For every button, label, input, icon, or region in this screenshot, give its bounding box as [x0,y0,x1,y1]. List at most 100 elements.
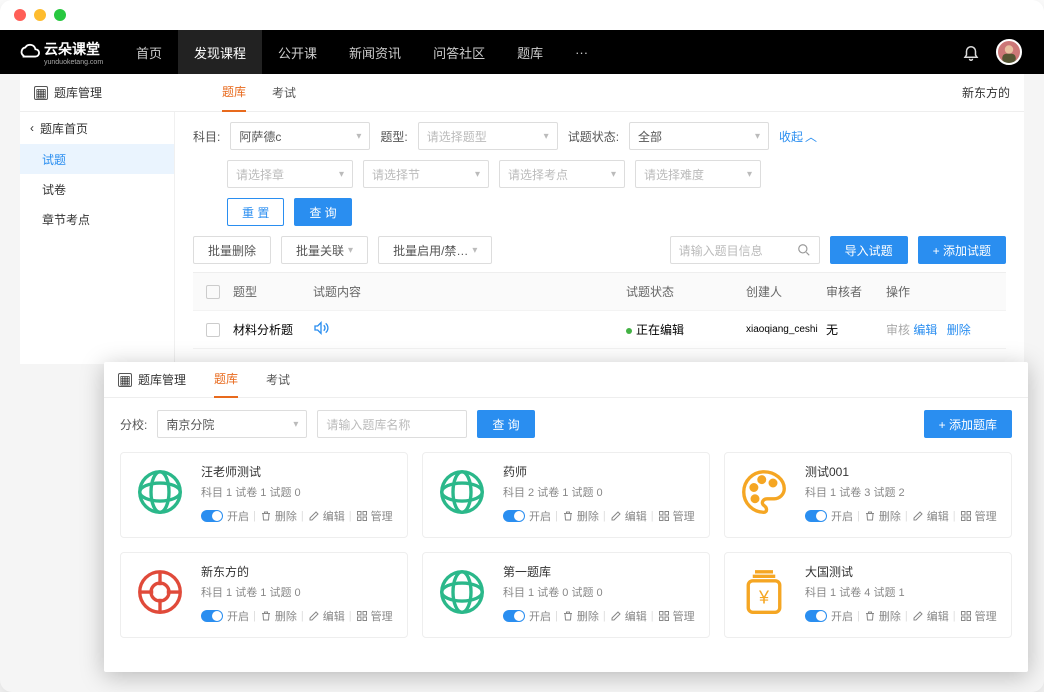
card-edit[interactable]: 编辑 [308,608,345,624]
bank-card-icon [433,563,491,621]
nav-open-class[interactable]: 公开课 [262,30,333,74]
point-select[interactable]: 请选择考点▾ [499,160,625,188]
bank-card-meta: 科目 2 试卷 1 试题 0 [503,484,699,500]
card-manage[interactable]: 管理 [356,608,393,624]
card-delete[interactable]: 删除 [864,508,901,524]
bank-card[interactable]: 药师科目 2 试卷 1 试题 0开启|删除|编辑|管理 [422,452,710,538]
user-avatar[interactable] [996,39,1022,65]
toggle-on[interactable] [503,610,525,622]
sidebar-item-questions[interactable]: 试题 [20,144,174,174]
batch-relate-button[interactable]: 批量关联 ▾ [281,236,368,264]
toggle-on[interactable] [201,510,223,522]
import-button[interactable]: 导入试题 [830,236,908,264]
sidebar-back[interactable]: ‹题库首页 [20,112,174,144]
toggle-on[interactable] [201,610,223,622]
card-edit[interactable]: 编辑 [308,508,345,524]
status-label: 试题状态: [568,128,619,145]
nav-news[interactable]: 新闻资讯 [333,30,417,74]
overlay-tab-bank[interactable]: 题库 [214,362,238,398]
cell-status: 正在编辑 [626,321,746,338]
toggle-label: 开启 [831,508,853,524]
card-edit[interactable]: 编辑 [912,508,949,524]
card-manage[interactable]: 管理 [658,508,695,524]
add-question-button[interactable]: + 添加试题 [918,236,1006,264]
type-label: 题型: [380,128,407,145]
bank-card-title: 测试001 [805,463,1001,480]
bank-card[interactable]: 新东方的科目 1 试卷 1 试题 0开启|删除|编辑|管理 [120,552,408,638]
collapse-link[interactable]: 收起︿ [779,128,817,145]
maximize-window-icon[interactable] [54,9,66,21]
bank-card-meta: 科目 1 试卷 1 试题 0 [201,484,397,500]
bank-card-title: 新东方的 [201,563,397,580]
close-window-icon[interactable] [14,9,26,21]
toggle-label: 开启 [529,608,551,624]
select-all-checkbox[interactable] [206,285,220,299]
chevron-down-icon: ▾ [755,131,760,142]
minimize-window-icon[interactable] [34,9,46,21]
op-edit[interactable]: 编辑 [913,323,937,337]
bank-card[interactable]: ¥大国测试科目 1 试卷 4 试题 1开启|删除|编辑|管理 [724,552,1012,638]
nav-more[interactable]: ··· [559,30,604,74]
bank-card[interactable]: 汪老师测试科目 1 试卷 1 试题 0开启|删除|编辑|管理 [120,452,408,538]
tab-exam[interactable]: 考试 [272,74,296,112]
card-manage[interactable]: 管理 [960,608,997,624]
question-management-panel: ▦题库管理 题库 考试 新东方的 ‹题库首页 试题 试卷 章节考点 科目: 阿萨… [20,74,1024,364]
bank-name-input[interactable]: 请输入题库名称 [317,410,467,438]
branch-select[interactable]: 南京分院▾ [157,410,307,438]
toggle-on[interactable] [805,510,827,522]
nav-qa[interactable]: 问答社区 [417,30,501,74]
th-content: 试题内容 [313,283,626,300]
batch-delete-button[interactable]: 批量删除 [193,236,271,264]
row-checkbox[interactable] [206,323,220,337]
tab-bank[interactable]: 题库 [222,74,246,112]
sidebar-item-papers[interactable]: 试卷 [20,174,174,204]
card-delete[interactable]: 删除 [562,608,599,624]
nav-home[interactable]: 首页 [120,30,178,74]
search-input[interactable]: 请输入题目信息 [670,236,820,264]
subject-select[interactable]: 阿萨德c▾ [230,122,370,150]
card-delete[interactable]: 删除 [260,508,297,524]
card-edit[interactable]: 编辑 [610,508,647,524]
bank-card[interactable]: 测试001科目 1 试卷 3 试题 2开启|删除|编辑|管理 [724,452,1012,538]
card-delete[interactable]: 删除 [260,608,297,624]
chevron-down-icon: ▾ [356,131,361,142]
query-button[interactable]: 查 询 [294,198,351,226]
bank-card-ops: 开启|删除|编辑|管理 [201,508,397,524]
sidebar-item-chapters[interactable]: 章节考点 [20,204,174,234]
module-icon: ▦ [118,373,132,387]
card-delete[interactable]: 删除 [562,508,599,524]
status-select[interactable]: 全部▾ [629,122,769,150]
table-row: 材料分析题 正在编辑 xiaoqiang_ceshi 无 审核 编辑 删除 [193,311,1006,349]
batch-enable-button[interactable]: 批量启用/禁… ▾ [378,236,492,264]
toggle-on[interactable] [503,510,525,522]
card-edit[interactable]: 编辑 [610,608,647,624]
op-delete[interactable]: 删除 [947,323,971,337]
subject-label: 科目: [193,128,220,145]
bank-card[interactable]: 第一题库科目 1 试卷 0 试题 0开启|删除|编辑|管理 [422,552,710,638]
type-select[interactable]: 请选择题型▾ [418,122,558,150]
add-bank-button[interactable]: + 添加题库 [924,410,1012,438]
op-review[interactable]: 审核 [886,323,910,337]
toggle-label: 开启 [227,508,249,524]
module-icon: ▦ [34,86,48,100]
nav-discover-courses[interactable]: 发现课程 [178,30,262,74]
reset-button[interactable]: 重 置 [227,198,284,226]
chapter-select[interactable]: 请选择章▾ [227,160,353,188]
card-delete[interactable]: 删除 [864,608,901,624]
card-edit[interactable]: 编辑 [912,608,949,624]
brand-logo[interactable]: 云朵课堂 yunduoketang.com [0,39,120,66]
difficulty-select[interactable]: 请选择难度▾ [635,160,761,188]
bell-icon[interactable] [962,43,980,61]
question-table: 题型 试题内容 试题状态 创建人 审核者 操作 材料分析题 正在编辑 xiaoq… [193,272,1006,349]
bank-card-icon [131,563,189,621]
toggle-on[interactable] [805,610,827,622]
card-manage[interactable]: 管理 [356,508,393,524]
nav-bank[interactable]: 题库 [501,30,559,74]
section-select[interactable]: 请选择节▾ [363,160,489,188]
overlay-tab-exam[interactable]: 考试 [266,362,290,398]
card-manage[interactable]: 管理 [658,608,695,624]
overlay-subheader: ▦题库管理 题库 考试 [104,362,1028,398]
th-reviewer: 审核者 [826,283,886,300]
card-manage[interactable]: 管理 [960,508,997,524]
overlay-query-button[interactable]: 查 询 [477,410,534,438]
